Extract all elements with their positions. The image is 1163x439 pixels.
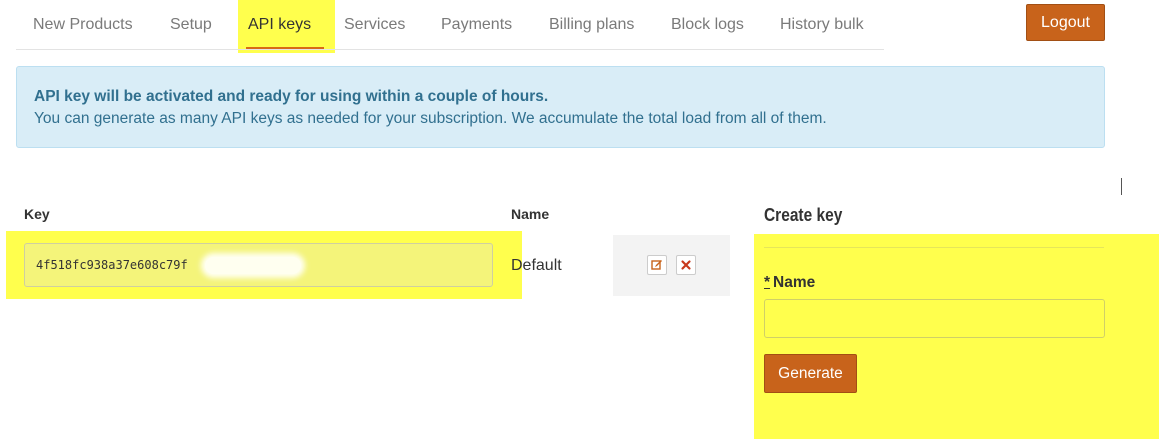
tab-new-products[interactable]: New Products [33,0,133,50]
row-actions [613,235,730,296]
tab-block-logs[interactable]: Block logs [671,0,744,50]
column-header-key: Key [24,206,50,222]
logout-button[interactable]: Logout [1026,4,1105,41]
edit-icon [651,260,662,270]
create-key-title: Create key [764,205,843,225]
tab-payments[interactable]: Payments [441,0,512,50]
tab-setup[interactable]: Setup [170,0,212,50]
text-cursor [1121,178,1122,195]
tab-history-bulk[interactable]: History bulk [780,0,864,50]
alert-message: You can generate as many API keys as nee… [34,110,827,127]
generate-button[interactable]: Generate [764,354,857,393]
redaction-mark [205,257,301,274]
info-alert: API key will be activated and ready for … [16,66,1105,148]
nav-tabs: New Products Setup API keys Services Pay… [16,0,884,50]
column-header-name: Name [511,206,550,222]
key-name-cell: Default [511,257,562,274]
edit-button[interactable] [647,255,667,275]
tab-api-keys[interactable]: API keys [248,0,311,50]
name-label-text: Name [773,274,816,291]
tab-billing-plans[interactable]: Billing plans [549,0,634,50]
active-tab-indicator [246,47,324,49]
name-field-label: * Name [764,274,815,292]
required-marker: * [764,274,771,291]
delete-button[interactable] [676,255,696,275]
name-input[interactable] [764,299,1105,338]
alert-title: API key will be activated and ready for … [34,88,549,105]
tab-services[interactable]: Services [344,0,405,50]
panel-divider [764,247,1104,248]
delete-icon [681,260,691,270]
